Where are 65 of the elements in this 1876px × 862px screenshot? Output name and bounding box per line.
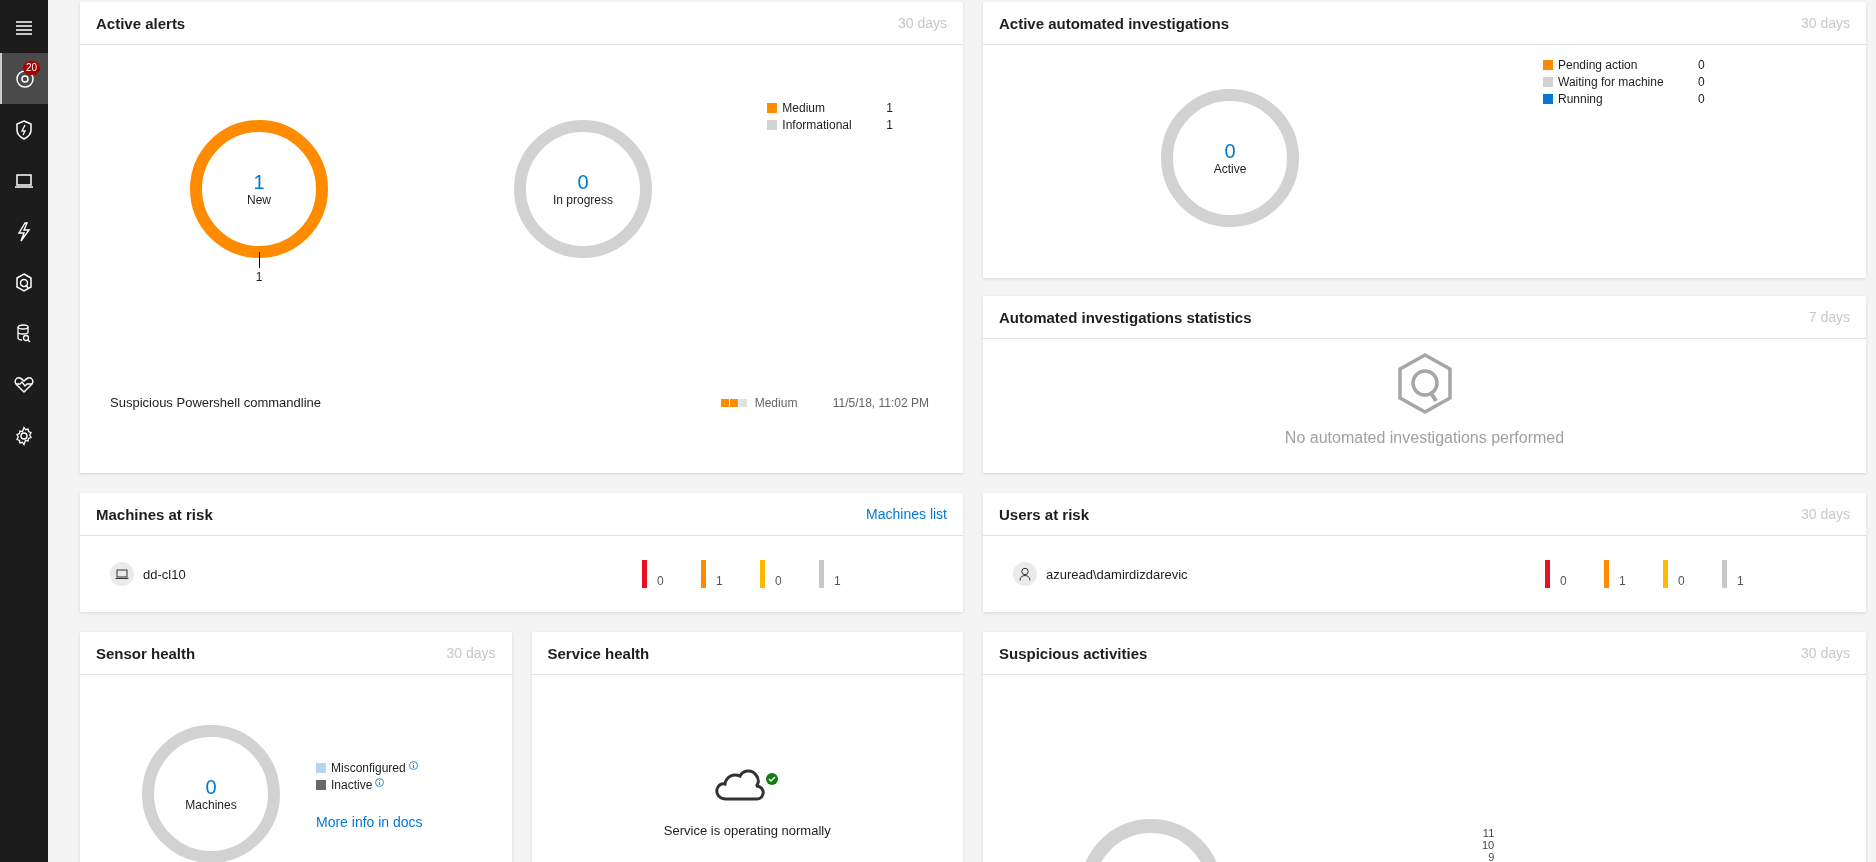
info-icon[interactable] [375, 777, 385, 787]
card-title: Active alerts [96, 14, 186, 32]
alert-count: 1 [834, 574, 841, 588]
shield-icon [15, 119, 33, 140]
alert-count: 0 [775, 574, 782, 588]
user-icon [1013, 562, 1037, 586]
info-icon[interactable] [408, 760, 418, 770]
card-title: Machines at risk [96, 505, 213, 523]
lightning-icon [16, 221, 32, 242]
severity-label: Medium [754, 395, 799, 410]
legend-count: 0 [1698, 75, 1705, 89]
legend-count: 0 [1698, 92, 1705, 106]
hexagon-magnifier-icon [1396, 353, 1453, 415]
alert-count: 0 [657, 574, 664, 588]
machines-list-link[interactable]: Machines list [866, 506, 947, 522]
legend-label: Misconfigured [331, 761, 406, 775]
alert-count: 1 [716, 574, 723, 588]
empty-message: No automated investigations performed [1284, 429, 1565, 447]
alert-count: 0 [1560, 574, 1567, 588]
callout-value: 1 [255, 270, 263, 284]
card-title: Sensor health [96, 644, 196, 662]
legend-count: 1 [886, 118, 893, 132]
donut-value: 0 [205, 776, 217, 798]
donut-value: 0 [1224, 140, 1236, 162]
menu-icon [15, 19, 33, 36]
machine-name[interactable]: dd-cl10 [143, 566, 642, 582]
axis-label: 11 [1482, 827, 1495, 839]
alert-count: 0 [1678, 574, 1685, 588]
alert-count: 1 [1737, 574, 1744, 588]
database-search-icon [16, 323, 32, 344]
donut-value: 1 [253, 171, 265, 193]
donut-label: Active [1213, 162, 1247, 176]
service-status: Service is operating normally [663, 823, 831, 838]
donut-value: 0 [577, 171, 589, 193]
donut-label: New [247, 193, 271, 207]
legend-label: Waiting for machine [1558, 75, 1665, 89]
legend-label: Running [1558, 92, 1604, 106]
legend-count: 0 [1698, 58, 1705, 72]
notification-badge: 20 [22, 61, 40, 75]
legend-label: Informational [782, 118, 853, 132]
legend-label: Pending action [1558, 58, 1639, 72]
card-title: Users at risk [999, 505, 1090, 523]
alert-time: 11/5/18, 11:02 PM [832, 395, 929, 410]
card-title: Automated investigations statistics [999, 308, 1252, 326]
donut-label: In progress [553, 193, 613, 207]
nav-item[interactable]: 20 [0, 53, 48, 104]
card-title: Service health [547, 644, 650, 662]
axis-label: 10 [1482, 839, 1495, 851]
leader-line [258, 252, 260, 268]
alert-count: 1 [1619, 574, 1626, 588]
hexagon-magnifier-icon [15, 272, 33, 293]
laptop-icon [14, 172, 34, 189]
card-title: Active automated investigations [999, 14, 1230, 32]
legend-label: Inactive [331, 778, 373, 792]
laptop-icon [110, 562, 134, 586]
legend-count: 1 [886, 101, 893, 115]
donut-label: Machines [185, 798, 237, 812]
user-name[interactable]: azuread\damirdizdarevic [1046, 566, 1545, 582]
settings-icon [14, 425, 34, 446]
docs-link[interactable]: More info in docs [316, 814, 423, 830]
axis-label: 9 [1488, 851, 1495, 862]
card-title: Suspicious activities [999, 644, 1148, 662]
alert-name[interactable]: Suspicious Powershell commandline [110, 395, 721, 410]
legend-label: Medium [782, 101, 826, 115]
heart-pulse-icon [14, 375, 34, 394]
